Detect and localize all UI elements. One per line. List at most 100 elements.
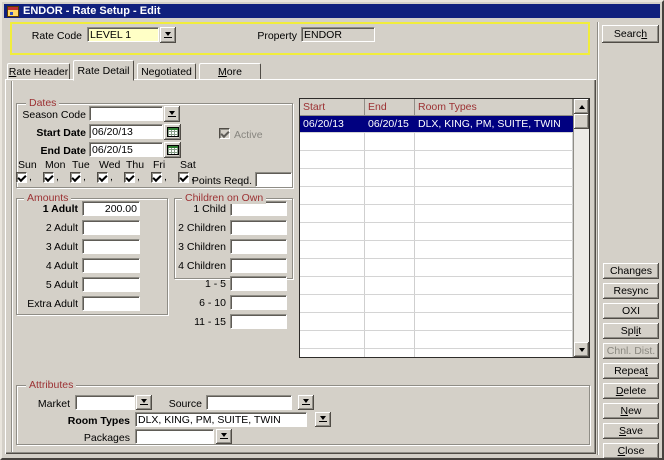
children-row: 2 Children [176,220,287,235]
end-date-label: End Date [18,145,86,157]
changes-button[interactable]: Changes [603,263,659,279]
dropdown-arrow-icon [302,399,310,406]
tab-label: Rate Detail [78,65,130,77]
side-button-strip: ChangesResyncOXISplitChnl. Dist.RepeatDe… [603,263,659,459]
packages-dropdown-button[interactable] [216,429,232,444]
packages-combobox[interactable] [135,429,214,444]
grid-empty-row [300,295,573,313]
amount-input-3-adult[interactable] [82,239,140,254]
delete-button[interactable]: Delete [603,383,659,399]
weekday-wed: Wed, [97,159,124,183]
tab-label: More [218,66,242,78]
oxi-button[interactable]: OXI [603,303,659,319]
amount-input-extra-adult[interactable] [82,296,140,311]
weekday-separator: , [29,172,32,183]
source-dropdown-button[interactable] [298,395,314,410]
grid-cell [415,151,573,168]
amount-input-4-adult[interactable] [82,258,140,273]
tab-more[interactable]: More [199,63,261,80]
age-row: 6 - 10 [176,295,287,310]
room-types-combobox[interactable] [135,412,307,427]
grid-empty-row [300,277,573,295]
weekday-checkbox[interactable] [97,172,108,183]
grid-empty-row [300,151,573,169]
calendar-icon [167,127,179,137]
scroll-up-button[interactable] [574,99,589,114]
grid-cell [300,277,365,294]
age-label: 11 - 15 [176,316,230,328]
left-groove-divider [11,81,13,452]
weekday-separator: , [110,172,113,183]
tab-negotiated[interactable]: Negotiated [137,63,196,80]
app-icon [7,6,19,17]
grid-cell [300,259,365,276]
age-label: 6 - 10 [176,297,230,309]
start-date-calendar-button[interactable] [164,124,181,140]
scroll-down-button[interactable] [574,342,589,357]
dropdown-arrow-icon [164,32,172,39]
property-label: Property [240,30,297,42]
amount-row: 5 Adult [18,277,140,292]
grid-row[interactable]: 06/20/1306/20/15DLX, KING, PM, SUITE, TW… [300,116,573,133]
grid-cell [365,151,415,168]
rate-code-combobox[interactable] [87,27,159,42]
weekday-checkbox[interactable] [16,172,27,183]
split-button[interactable]: Split [603,323,659,339]
end-date-calendar-button[interactable] [164,142,181,158]
right-panel-divider [597,22,599,455]
save-button[interactable]: Save [603,423,659,439]
grid-cell [300,331,365,348]
new-button[interactable]: New [603,403,659,419]
points-reqd-label: Points Reqd. [146,175,252,187]
repeat-button[interactable]: Repeat [603,363,659,379]
scrollbar-thumb[interactable] [574,114,589,129]
season-code-combobox[interactable] [89,106,163,121]
weekday-checkbox[interactable] [43,172,54,183]
weekday-label: Sun [18,159,37,172]
market-combobox[interactable] [75,395,135,410]
grid-cell [415,133,573,150]
points-reqd-input[interactable] [255,172,292,187]
button-label: Split [621,325,641,337]
amount-input-5-adult[interactable] [82,277,140,292]
tab-strip: Rate Header Rate Detail Negotiated More [7,59,261,80]
button-label: Delete [616,385,646,397]
amount-input-2-adult[interactable] [82,220,140,235]
room-types-dropdown-button[interactable] [315,412,331,427]
grid-cell [415,187,573,204]
weekday-label: Thu [126,159,144,172]
weekday-checkbox[interactable] [124,172,135,183]
rate-code-dropdown-button[interactable] [160,27,176,43]
grid-empty-row [300,223,573,241]
children-input-3-children[interactable] [230,239,287,254]
amount-label: 3 Adult [18,241,82,253]
children-group-label: Children on Own [182,193,266,204]
grid-empty-row [300,205,573,223]
titlebar: ENDOR - Rate Setup - Edit [4,4,660,18]
amounts-group-label: Amounts [24,193,71,204]
weekday-checkbox[interactable] [70,172,81,183]
children-input-2-children[interactable] [230,220,287,235]
season-code-dropdown-button[interactable] [164,106,180,122]
grid-cell [365,349,415,357]
source-combobox[interactable] [206,395,292,410]
close-button[interactable]: Close [603,443,659,459]
grid-empty-row [300,259,573,277]
resync-button[interactable]: Resync [603,283,659,299]
search-button[interactable]: Search [602,25,659,43]
age-input-6-10[interactable] [230,295,287,310]
amount-input-1-adult[interactable] [82,201,140,216]
children-row: 4 Children [176,258,287,273]
grid-cell [415,169,573,186]
age-input-11-15[interactable] [230,314,287,329]
amount-row: 3 Adult [18,239,140,254]
start-date-field[interactable] [89,124,163,139]
tab-rate-detail[interactable]: Rate Detail [73,60,134,81]
age-input-1-5[interactable] [230,276,287,291]
end-date-field[interactable] [89,142,163,157]
children-input-4-children[interactable] [230,258,287,273]
grid-cell [300,295,365,312]
button-label: OXI [622,305,640,317]
button-label: Resync [613,285,648,297]
tab-rate-header[interactable]: Rate Header [7,63,70,80]
